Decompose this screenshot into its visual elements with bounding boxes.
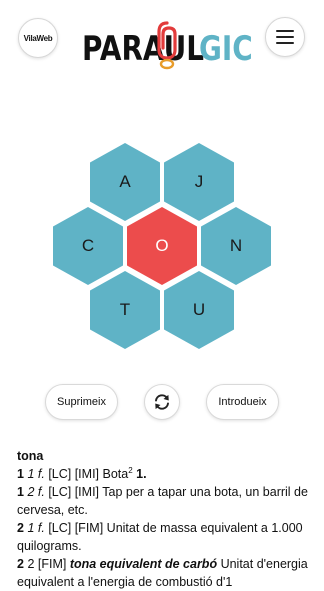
- entry-subnumber: 1: [27, 467, 35, 481]
- hex-letter-5[interactable]: T: [90, 271, 160, 349]
- definition-headword: tona: [17, 449, 44, 463]
- entry-number: 1: [17, 467, 24, 481]
- logo-part1: PARAUL: [82, 29, 205, 69]
- entry-number: 2: [17, 521, 24, 535]
- vilaweb-logo[interactable]: VilaWeb: [18, 18, 58, 58]
- definition-entry: 2 2 [FIM] tona equivalent de carbó Unita…: [17, 555, 315, 591]
- entry-subnumber: 1: [27, 521, 35, 535]
- hex-letter-6[interactable]: U: [164, 271, 234, 349]
- entry-pos: f.: [37, 485, 45, 499]
- menu-button[interactable]: [265, 17, 305, 57]
- enter-button[interactable]: Introdueix: [206, 384, 279, 420]
- paperclip-icon: [157, 21, 177, 70]
- definition-entry: 1 2 f. [LC] [IMI] Tap per a tapar una bo…: [17, 483, 315, 519]
- entry-tags: [FIM]: [37, 557, 67, 571]
- delete-button[interactable]: Suprimeix: [45, 384, 118, 420]
- entry-pos: f.: [37, 467, 45, 481]
- entry-tags: [LC] [IMI]: [48, 467, 100, 481]
- entry-pos: f.: [37, 521, 45, 535]
- word-definition: tona 1 1 f. [LC] [IMI] Bota2 1. 1 2 f. […: [17, 447, 315, 591]
- game-logo: PARAUL GIC: [82, 21, 264, 70]
- definition-entry: 1 1 f. [LC] [IMI] Bota2 1.: [17, 465, 315, 483]
- shuffle-button[interactable]: [144, 384, 180, 420]
- entry-superscript: 2: [128, 465, 133, 475]
- header: VilaWeb PARAUL GIC: [0, 0, 324, 80]
- hex-letter-label: T: [119, 300, 131, 319]
- entry-ref: 1.: [136, 467, 147, 481]
- definition-entry: 2 1 f. [LC] [FIM] Unitat de massa equiva…: [17, 519, 315, 555]
- vilaweb-logo-text: VilaWeb: [23, 33, 53, 43]
- logo-part2: GIC: [198, 29, 253, 69]
- entry-phrase: tona equivalent de carbó: [69, 557, 218, 571]
- hamburger-menu-icon: [276, 30, 294, 44]
- entry-text: Bota: [102, 467, 129, 481]
- entry-tags: [LC] [FIM]: [48, 521, 104, 535]
- shuffle-arrows-icon: [155, 394, 169, 410]
- entry-number: 2: [17, 557, 24, 571]
- entry-subnumber: 2: [27, 557, 35, 571]
- entry-number: 1: [17, 485, 24, 499]
- entry-subnumber: 2: [27, 485, 35, 499]
- hex-letter-label: U: [192, 300, 206, 319]
- entry-tags: [LC] [IMI]: [48, 485, 100, 499]
